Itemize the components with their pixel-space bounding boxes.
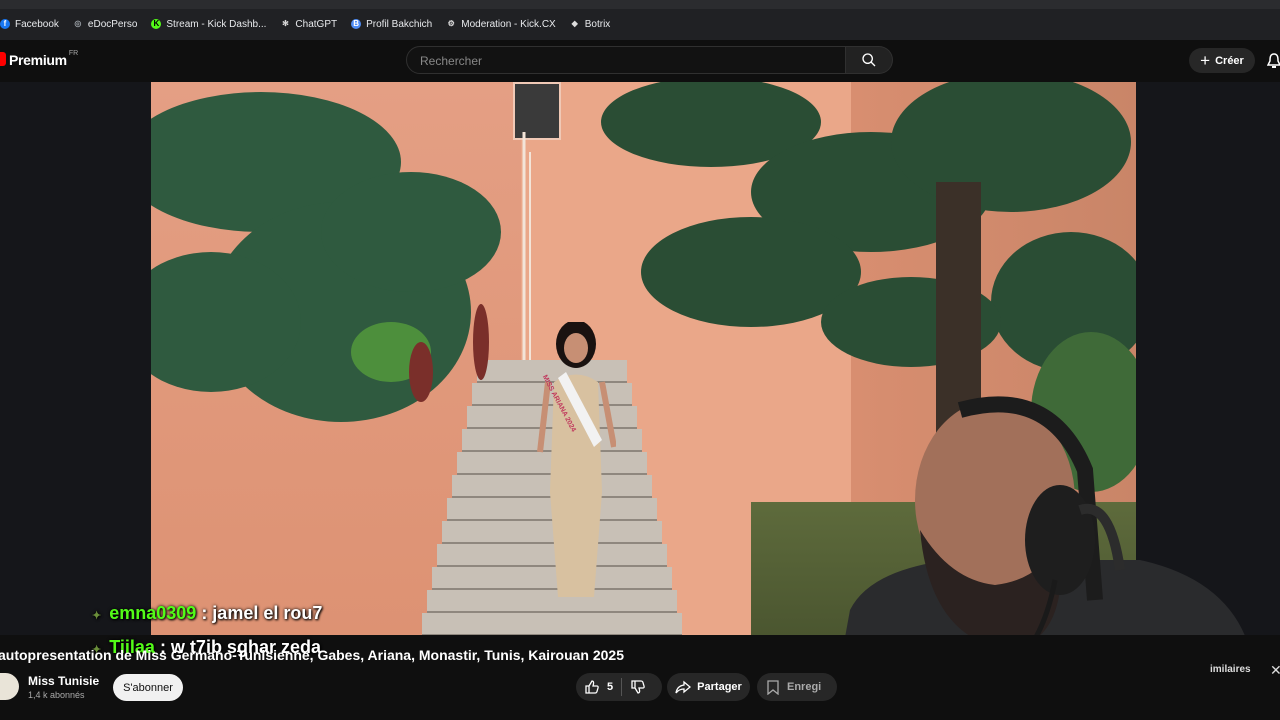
save-label: Enregi (787, 681, 822, 693)
video-person (537, 322, 616, 597)
chat-text: : jamel el rou7 (201, 603, 323, 623)
globe-icon: ◎ (74, 19, 82, 28)
like-button[interactable]: 5 (576, 679, 613, 695)
like-count: 5 (607, 681, 614, 693)
like-dislike-group: 5 (576, 673, 662, 701)
bookmark-item[interactable]: ✻ ChatGPT (280, 19, 337, 30)
youtube-logo-icon (0, 52, 6, 66)
bookmark-item[interactable]: B Profil Bakchich (351, 19, 432, 30)
youtube-premium-logo[interactable]: Premium FR (0, 50, 79, 68)
bookmark-label: ChatGPT (295, 18, 338, 30)
video-title: autopresentation de Miss Germano-Tunisie… (0, 647, 624, 663)
thumbs-up-icon (585, 680, 599, 694)
kick-icon: K (151, 19, 162, 29)
plus-icon: + (1200, 51, 1211, 70)
bookmark-label: Stream - Kick Dashb... (166, 18, 267, 30)
youtube-header: Premium FR + Créer (0, 40, 1280, 82)
dislike-button[interactable] (630, 679, 646, 695)
create-button[interactable]: + Créer (1189, 48, 1255, 73)
region-code: FR (68, 50, 79, 57)
similar-videos-chip[interactable]: imilaires (1210, 664, 1251, 675)
thumbs-down-icon (631, 680, 645, 694)
save-button[interactable]: Enregi (757, 673, 837, 701)
share-button[interactable]: Partager (667, 673, 750, 701)
bookmark-list: f Facebook ◎ eDocPerso K Stream - Kick Dashb.… (0, 15, 624, 33)
bookmark-item[interactable]: K Stream - Kick Dashb... (151, 19, 266, 30)
share-icon (675, 680, 692, 694)
bookmark-icon (767, 679, 779, 695)
channel-name[interactable]: Miss Tunisie (28, 674, 99, 688)
subscriber-count: 1,4 k abonnés (28, 690, 85, 700)
bookmark-item[interactable]: f Facebook (0, 19, 59, 30)
bookmark-label: Moderation - Kick.CX (461, 18, 556, 30)
close-icon[interactable]: ✕ (1270, 662, 1280, 679)
bookmark-item[interactable]: ◆ Botrix (570, 19, 611, 30)
bookmark-label: eDocPerso (87, 18, 138, 30)
share-label: Partager (697, 681, 742, 693)
bookmarks-bar: f Facebook ◎ eDocPerso K Stream - Kick Dashb.… (0, 0, 1280, 40)
botrix-icon: ◆ (571, 19, 578, 28)
like-divider (621, 678, 623, 696)
kick-badge-icon: ✦ (92, 610, 102, 622)
chatgpt-icon: ✻ (282, 19, 289, 28)
chat-username: emna0309 (109, 603, 197, 623)
notifications-bell-icon[interactable] (1266, 53, 1280, 74)
bookmark-item[interactable]: ⚙ Moderation - Kick.CX (446, 18, 556, 30)
bookmark-label: Profil Bakchich (366, 18, 433, 30)
bookmark-label: Facebook (15, 18, 59, 30)
logo-text: Premium (9, 52, 67, 68)
bookmark-label: Botrix (584, 18, 611, 30)
chat-message: ✦ emna0309 : jamel el rou7 (92, 603, 322, 624)
search-icon (862, 53, 876, 67)
gear-icon: ⚙ (447, 19, 455, 28)
search-input[interactable] (418, 53, 822, 69)
facebook-icon: f (0, 19, 10, 29)
bookmark-item[interactable]: ◎ eDocPerso (73, 19, 137, 30)
create-label: Créer (1215, 54, 1244, 67)
search-box (406, 46, 846, 74)
profile-icon: B (351, 19, 362, 29)
subscribe-button[interactable]: S'abonner (113, 674, 183, 701)
browser-address-strip (0, 0, 1280, 9)
search-button[interactable] (846, 46, 893, 74)
